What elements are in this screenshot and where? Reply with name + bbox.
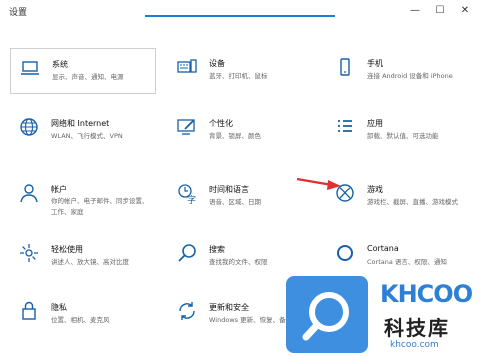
category-description: 位置、相机、麦克风 <box>51 316 110 324</box>
category-description: 卸载、默认值、可选功能 <box>367 132 439 140</box>
category-personalization[interactable]: 个性化 背景、锁屏、颜色 <box>168 108 314 154</box>
category-phone[interactable]: 手机 连接 Android 设备和 iPhone <box>326 48 472 94</box>
watermark-logo-text: KHCOO <box>380 280 473 308</box>
category-name: 搜索 <box>209 245 225 254</box>
apps-icon <box>334 116 356 138</box>
title-bar: 设置 — ☐ ✕ <box>0 0 482 24</box>
category-name: 个性化 <box>209 119 233 128</box>
phone-icon <box>334 56 356 78</box>
watermark-url: khcoo.com <box>390 340 439 350</box>
category-name: 游戏 <box>367 185 383 194</box>
category-description: Cortana 语言、权限、通知 <box>367 258 447 266</box>
category-name: 时间和语言 <box>209 185 249 194</box>
minimize-button[interactable]: — <box>406 3 424 19</box>
loading-progress-bar <box>145 15 335 17</box>
watermark: KHCOO 科技库 khcoo.com <box>286 272 482 353</box>
category-network[interactable]: 网络和 Internet WLAN、飞行模式、VPN <box>10 108 156 154</box>
personalization-icon <box>176 116 198 138</box>
laptop-icon <box>19 57 41 79</box>
category-description: 连接 Android 设备和 iPhone <box>367 72 453 80</box>
watermark-brand-name: 科技库 <box>384 316 450 340</box>
watermark-search-icon <box>302 292 349 341</box>
category-time-language[interactable]: 字 时间和语言 语音、区域、日期 <box>168 174 314 220</box>
category-name: Cortana <box>367 244 399 253</box>
category-devices[interactable]: 设备 蓝牙、打印机、鼠标 <box>168 48 314 94</box>
category-gaming[interactable]: 游戏 游戏栏、截屏、直播、游戏模式 <box>326 174 472 220</box>
window-title: 设置 <box>9 8 28 18</box>
category-name: 应用 <box>367 119 383 128</box>
category-description: 你的帐户、电子邮件、同步设置、工作、家庭 <box>51 197 149 216</box>
devices-icon <box>176 56 198 78</box>
category-privacy[interactable]: 隐私 位置、相机、麦克风 <box>10 292 156 338</box>
category-description: 显示、声音、通知、电源 <box>52 73 124 81</box>
category-name: 网络和 Internet <box>51 119 110 128</box>
category-apps[interactable]: 应用 卸载、默认值、可选功能 <box>326 108 472 154</box>
category-name: 帐户 <box>51 185 67 194</box>
privacy-lock-icon <box>18 300 40 322</box>
category-name: 系统 <box>52 60 68 69</box>
red-arrow-annotation <box>296 177 341 190</box>
watermark-logo-card <box>286 276 368 353</box>
svg-text:字: 字 <box>187 194 196 204</box>
category-description: 语音、区域、日期 <box>209 198 261 206</box>
category-description: 讲述人、放大镜、高对比度 <box>51 258 129 266</box>
category-name: 轻松使用 <box>51 245 83 254</box>
category-ease-of-access[interactable]: 轻松使用 讲述人、放大镜、高对比度 <box>10 234 156 280</box>
category-description: WLAN、飞行模式、VPN <box>51 132 123 140</box>
cortana-icon <box>334 242 356 264</box>
category-description: 蓝牙、打印机、鼠标 <box>209 72 268 80</box>
maximize-button[interactable]: ☐ <box>431 3 449 19</box>
account-icon <box>18 182 40 204</box>
search-icon <box>176 242 198 264</box>
category-description: 查找我的文件、权限 <box>209 258 268 266</box>
category-name: 隐私 <box>51 303 67 312</box>
update-icon <box>176 300 198 322</box>
category-accounts[interactable]: 帐户 你的帐户、电子邮件、同步设置、工作、家庭 <box>10 174 156 220</box>
category-description: 游戏栏、截屏、直播、游戏模式 <box>367 198 458 206</box>
category-name: 更新和安全 <box>209 303 249 312</box>
globe-icon <box>18 116 40 138</box>
close-button[interactable]: ✕ <box>456 3 474 19</box>
ease-of-access-icon <box>18 242 40 264</box>
category-name: 设备 <box>209 59 225 68</box>
category-description: Windows 更新、恢复、备份 <box>209 316 293 324</box>
category-system[interactable]: 系统 显示、声音、通知、电源 <box>10 48 156 94</box>
category-name: 手机 <box>367 59 383 68</box>
time-language-icon: 字 <box>176 182 198 204</box>
category-description: 背景、锁屏、颜色 <box>209 132 261 140</box>
